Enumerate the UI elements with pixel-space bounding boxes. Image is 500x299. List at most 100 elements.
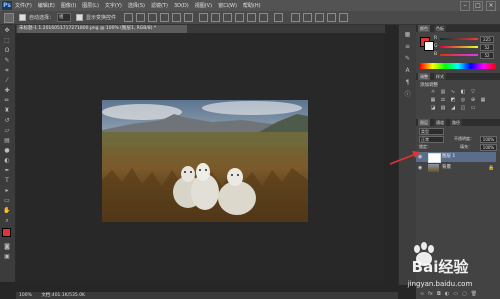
- align-left-icon[interactable]: [160, 13, 170, 22]
- layer-row-background[interactable]: ◉ 背景 🔒: [416, 163, 496, 173]
- red-slider[interactable]: [440, 38, 478, 40]
- crop-tool-icon[interactable]: ⌗: [3, 67, 11, 75]
- brightness-adjust-icon[interactable]: ☼: [430, 90, 436, 95]
- tab-swatches[interactable]: 色板: [434, 25, 446, 32]
- path-select-tool-icon[interactable]: ▸: [3, 187, 11, 195]
- curves-adjust-icon[interactable]: ∿: [450, 90, 456, 95]
- screen-mode-icon[interactable]: ▣: [3, 253, 11, 261]
- hand-tool-icon[interactable]: ✋: [3, 207, 11, 215]
- quick-mask-icon[interactable]: ◙: [3, 243, 11, 251]
- tab-layers[interactable]: 图层: [418, 119, 430, 126]
- green-slider[interactable]: [440, 46, 478, 48]
- distribute-vcenter-icon[interactable]: [211, 13, 221, 22]
- lasso-tool-icon[interactable]: ʘ: [3, 47, 11, 55]
- invert-adjust-icon[interactable]: ◪: [430, 106, 436, 111]
- menu-type[interactable]: 文字(Y): [105, 2, 122, 9]
- 3d-scale-icon[interactable]: [339, 13, 349, 22]
- align-top-icon[interactable]: [124, 13, 134, 22]
- 3d-roll-icon[interactable]: [303, 13, 313, 22]
- 3d-pan-icon[interactable]: [315, 13, 325, 22]
- close-icon[interactable]: ×: [486, 1, 496, 11]
- shape-tool-icon[interactable]: ▭: [3, 197, 11, 205]
- auto-select-checkbox[interactable]: [19, 14, 26, 21]
- posterize-adjust-icon[interactable]: ▨: [440, 106, 446, 111]
- distribute-left-icon[interactable]: [235, 13, 245, 22]
- red-value-field[interactable]: 225: [480, 36, 494, 43]
- opacity-field[interactable]: 100%: [480, 136, 497, 143]
- color-spectrum-bar[interactable]: [420, 63, 496, 69]
- tab-channels[interactable]: 通道: [434, 119, 446, 126]
- character-panel-icon[interactable]: A: [403, 67, 412, 75]
- blend-mode-dropdown[interactable]: 正常: [419, 136, 444, 143]
- align-bottom-icon[interactable]: [148, 13, 158, 22]
- menu-edit[interactable]: 编辑(E): [38, 2, 55, 9]
- menu-help[interactable]: 帮助(H): [243, 2, 261, 9]
- auto-align-icon[interactable]: [274, 13, 284, 22]
- distribute-bottom-icon[interactable]: [223, 13, 233, 22]
- fill-field[interactable]: 100%: [480, 144, 497, 151]
- exposure-adjust-icon[interactable]: ◧: [460, 90, 466, 95]
- color-lookup-adjust-icon[interactable]: ▦: [480, 98, 486, 103]
- eraser-tool-icon[interactable]: ▱: [3, 127, 11, 135]
- show-transform-checkbox[interactable]: [76, 14, 84, 21]
- vibrance-adjust-icon[interactable]: ▽: [470, 90, 476, 95]
- hue-adjust-icon[interactable]: ▦: [430, 98, 436, 103]
- tab-styles[interactable]: 样式: [434, 73, 446, 80]
- color-balance-adjust-icon[interactable]: ⚖: [440, 98, 446, 103]
- menu-window[interactable]: 窗口(W): [218, 2, 237, 9]
- quick-select-tool-icon[interactable]: ✎: [3, 57, 11, 65]
- maximize-icon[interactable]: □: [473, 1, 483, 11]
- photo-filter-adjust-icon[interactable]: ◎: [460, 98, 466, 103]
- selective-color-adjust-icon[interactable]: ◫: [460, 106, 466, 111]
- paragraph-panel-icon[interactable]: ¶: [403, 79, 412, 87]
- blue-slider[interactable]: [440, 54, 478, 56]
- dodge-tool-icon[interactable]: ◐: [3, 157, 11, 165]
- levels-adjust-icon[interactable]: ▥: [440, 90, 446, 95]
- menu-3d[interactable]: 3D(D): [174, 3, 189, 9]
- healing-brush-tool-icon[interactable]: ✚: [3, 87, 11, 95]
- tab-color[interactable]: 颜色: [418, 25, 430, 32]
- move-tool-icon[interactable]: ✥: [3, 27, 11, 35]
- layer-row-1[interactable]: ◉ 图层 1: [416, 152, 496, 163]
- distribute-hcenter-icon[interactable]: [247, 13, 257, 22]
- gradient-tool-icon[interactable]: ▤: [3, 137, 11, 145]
- align-right-icon[interactable]: [184, 13, 194, 22]
- zoom-level[interactable]: 100%: [19, 293, 32, 298]
- zoom-tool-icon[interactable]: ⌕: [3, 217, 11, 225]
- background-color-preview[interactable]: [424, 41, 434, 51]
- black-white-adjust-icon[interactable]: ◩: [450, 98, 456, 103]
- minimize-icon[interactable]: –: [460, 1, 470, 11]
- threshold-adjust-icon[interactable]: ◢: [450, 106, 456, 111]
- info-panel-icon[interactable]: ⓘ: [403, 91, 412, 99]
- brush-tool-icon[interactable]: ✏: [3, 97, 11, 105]
- move-tool-icon[interactable]: [4, 12, 14, 23]
- eyedropper-tool-icon[interactable]: ⁄: [3, 77, 11, 85]
- menu-select[interactable]: 选择(S): [128, 2, 145, 9]
- menu-filter[interactable]: 滤镜(T): [151, 2, 168, 9]
- auto-select-dropdown[interactable]: 组: [57, 13, 72, 22]
- pen-tool-icon[interactable]: ✒: [3, 167, 11, 175]
- 3d-rotate-icon[interactable]: [291, 13, 301, 22]
- menu-layer[interactable]: 图层(L): [82, 2, 99, 9]
- properties-panel-icon[interactable]: ≡: [403, 43, 412, 51]
- green-value-field[interactable]: 52: [480, 44, 494, 51]
- align-hcenter-icon[interactable]: [172, 13, 182, 22]
- history-panel-icon[interactable]: ▦: [403, 31, 412, 39]
- document-tab[interactable]: 未标题-1 1.2016051717271800.png @ 100% (图层1…: [17, 25, 187, 33]
- gradient-map-adjust-icon[interactable]: ▭: [470, 106, 476, 111]
- foreground-color-swatch[interactable]: [2, 228, 11, 237]
- distribute-top-icon[interactable]: [199, 13, 209, 22]
- type-tool-icon[interactable]: T: [3, 177, 11, 185]
- history-brush-tool-icon[interactable]: ↺: [3, 117, 11, 125]
- blur-tool-icon[interactable]: ●: [3, 147, 11, 155]
- align-vcenter-icon[interactable]: [136, 13, 146, 22]
- 3d-slide-icon[interactable]: [327, 13, 337, 22]
- clone-stamp-tool-icon[interactable]: ♜: [3, 107, 11, 115]
- distribute-right-icon[interactable]: [259, 13, 269, 22]
- marquee-tool-icon[interactable]: ⬚: [3, 37, 11, 45]
- menu-image[interactable]: 图像(I): [61, 2, 76, 9]
- channel-mixer-adjust-icon[interactable]: ⊕: [470, 98, 476, 103]
- tab-paths[interactable]: 路径: [450, 119, 462, 126]
- canvas-photo[interactable]: [102, 100, 308, 222]
- menu-file[interactable]: 文件(F): [15, 2, 32, 9]
